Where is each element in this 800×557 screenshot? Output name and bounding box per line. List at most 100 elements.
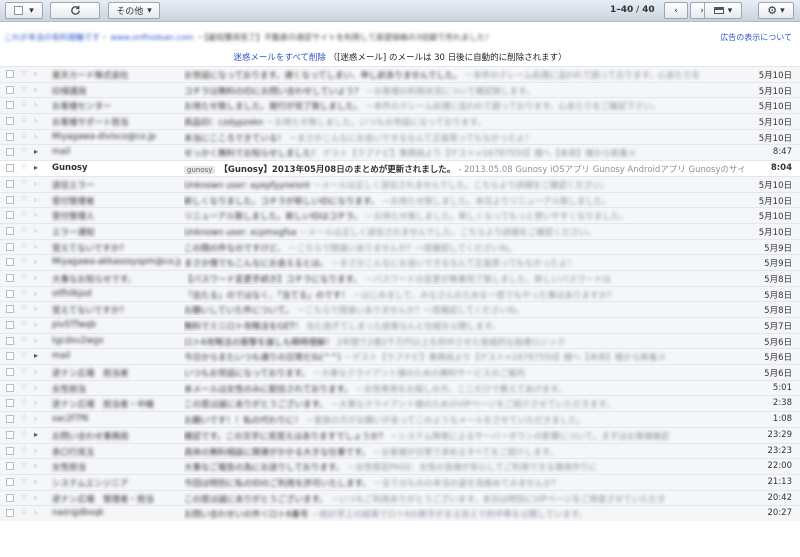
row-checkbox[interactable] (6, 195, 14, 204)
row-checkbox[interactable] (6, 477, 14, 486)
star-icon[interactable]: ☆ (20, 492, 28, 502)
mail-row[interactable]: ☆ ▹ Miyagawa-akkasosyspm@co.jp まさか僕でもこんなにお会… (0, 254, 800, 270)
star-icon[interactable]: ☆ (20, 476, 28, 486)
mail-row[interactable]: ☆ ▹ 大事なお知らせです。 【パスワード変更手続き】コチラになります。 －パスワード… (0, 269, 800, 286)
star-icon[interactable]: ☆ (20, 445, 28, 455)
row-checkbox[interactable] (6, 399, 14, 408)
star-icon[interactable]: ☆ (20, 272, 28, 282)
importance-marker-icon[interactable]: ▸ (34, 430, 38, 439)
mail-row[interactable]: ☆ ▹ 赤口行見玉 具体の無料相談に関連がかかる大きな仕事です。 －お客様が日常で求め… (0, 442, 800, 459)
row-checkbox[interactable] (6, 446, 14, 455)
mail-row[interactable]: ☆ ▹ 覚えてないですか？ お願いしていた件について。 －こちらで間違いありませんか？… (0, 301, 800, 317)
importance-marker-icon[interactable]: ▹ (34, 493, 38, 502)
mail-row[interactable]: ☆ ▹ 覚えてないですか？ この間の件なのですけど、 －こちらで間違いありませんか？一… (0, 238, 800, 255)
row-checkbox[interactable] (6, 383, 14, 392)
mail-row[interactable]: ☆ ▹ 女性担当 本メールは女性のみに配信されております。 －女性専用をお探しの方、こ… (0, 379, 800, 396)
mail-row[interactable]: ☆ ▸ mail 今日からまたいつも通りの日常だね(^^) －ゲスト【ラブナビ】事務局… (0, 348, 800, 365)
star-icon[interactable]: ☆ (20, 256, 28, 266)
mail-row[interactable]: ☆ ▸ Gunosy gunosy 【Gunosy】2013年05月08日のまとめが更新… (0, 160, 800, 176)
display-density-button[interactable]: ▾ (704, 2, 742, 19)
mail-row[interactable]: ☆ ▹ 受付管理人 リニューアル致しました。新しいIDはコチラ。 －お待たせ致しました… (0, 207, 800, 223)
row-checkbox[interactable] (6, 462, 14, 471)
prev-page-button[interactable]: ‹ (664, 2, 688, 19)
star-icon[interactable]: ☆ (20, 319, 28, 329)
mail-row[interactable]: ☆ ▹ Miyagawa-divisco@co.jp 本当にこころできている！ －まさ… (0, 128, 800, 145)
importance-marker-icon[interactable]: ▹ (34, 195, 38, 204)
mail-row[interactable]: ☆ ▹ システムエンジニア 今回は特別に私のIDのご利用を許可いたします。 －全てのも… (0, 473, 800, 490)
row-checkbox[interactable] (6, 336, 14, 345)
importance-marker-icon[interactable]: ▸ (34, 147, 38, 156)
mail-row[interactable]: ☆ ▹ お客様センター お待たせ致しました。発行が完了致しました。 －本件のクレーム処… (0, 97, 800, 114)
star-icon[interactable]: ☆ (20, 303, 28, 313)
importance-marker-icon[interactable]: ▹ (34, 289, 38, 298)
importance-marker-icon[interactable]: ▹ (34, 461, 38, 470)
mail-row[interactable]: ☆ ▹ 楽天カード株式会社 お世話になっております。遅くなってしまい、申し訳ありません… (0, 66, 800, 82)
importance-marker-icon[interactable]: ▹ (34, 383, 38, 392)
mail-row[interactable]: ☆ ▹ 受付管理者 新しくなりました。コチラが新しいIDになります。 －お待たせ致しま… (0, 191, 800, 208)
mail-row[interactable]: ☆ ▹ ID保護局 コチラは無料のIDにお問い合わせしていよう？ －お客様の利用状況に… (0, 81, 800, 98)
importance-marker-icon[interactable]: ▹ (34, 336, 38, 345)
mail-row[interactable]: ☆ ▸ お問い合わせ事務局 確認です。この文字に見覚えはありますでしょうか？ －システ… (0, 426, 800, 443)
mail-row[interactable]: ☆ ▹ お客様サポート担当 商品ID：czdypzxkn －お待たせ致しました。いつも… (0, 113, 800, 129)
row-checkbox[interactable] (6, 148, 14, 157)
row-checkbox[interactable] (6, 242, 14, 251)
star-icon[interactable]: ☆ (20, 507, 28, 517)
importance-marker-icon[interactable]: ▹ (34, 85, 38, 94)
mail-row[interactable]: ☆ ▹ 逆ナン広場 担当者 いつもお世話になっております。 －大事なクライアント様のた… (0, 364, 800, 380)
importance-marker-icon[interactable]: ▹ (34, 69, 38, 78)
star-icon[interactable]: ☆ (20, 209, 28, 219)
importance-marker-icon[interactable]: ▹ (34, 226, 38, 235)
row-checkbox[interactable] (6, 415, 14, 424)
importance-marker-icon[interactable]: ▹ (34, 508, 38, 517)
row-checkbox[interactable] (6, 305, 14, 314)
row-checkbox[interactable] (6, 70, 14, 78)
row-checkbox[interactable] (6, 509, 14, 518)
star-icon[interactable]: ☆ (20, 350, 28, 360)
mail-row[interactable]: ☆ ▹ 送信エラー Unknown user: ayepfyyneisnt －メールは… (0, 175, 800, 192)
importance-marker-icon[interactable]: ▹ (34, 100, 38, 109)
importance-marker-icon[interactable]: ▹ (34, 446, 38, 455)
importance-marker-icon[interactable]: ▹ (34, 414, 38, 423)
row-checkbox[interactable] (6, 211, 14, 220)
star-icon[interactable]: ☆ (20, 241, 28, 251)
star-icon[interactable]: ☆ (20, 382, 28, 392)
mail-row[interactable]: ☆ ▹ tgcdxv2wgx ロト6攻略法の衝撃を誰しも瞬時理解！ 2年間で2億2千万… (0, 332, 800, 349)
mail-row[interactable]: ☆ ▸ mail せっかく無料でお知らせしました！ ゲスト【ラブナビ】事務局より【ゲス… (0, 144, 800, 161)
importance-marker-icon[interactable]: ▸ (34, 163, 38, 172)
row-checkbox[interactable] (6, 117, 14, 126)
importance-marker-icon[interactable]: ▹ (34, 477, 38, 486)
row-checkbox[interactable] (6, 352, 14, 361)
star-icon[interactable]: ☆ (20, 99, 28, 109)
importance-marker-icon[interactable]: ▹ (34, 398, 38, 407)
star-icon[interactable]: ☆ (20, 84, 28, 94)
star-icon[interactable]: ☆ (20, 146, 28, 156)
row-checkbox[interactable] (6, 430, 14, 439)
row-checkbox[interactable] (6, 85, 14, 94)
star-icon[interactable]: ☆ (20, 178, 28, 188)
star-icon[interactable]: ☆ (20, 429, 28, 439)
importance-marker-icon[interactable]: ▹ (34, 320, 38, 329)
importance-marker-icon[interactable]: ▹ (34, 257, 38, 266)
importance-marker-icon[interactable]: ▹ (34, 116, 38, 125)
row-checkbox[interactable] (6, 321, 14, 329)
ad-text[interactable]: これが本当の有料競輪です・ www.onfhodsan.com ・【最短獲得見了… (4, 32, 704, 43)
row-checkbox[interactable] (6, 101, 14, 110)
importance-marker-icon[interactable]: ▹ (34, 179, 38, 188)
star-icon[interactable]: ☆ (20, 397, 28, 407)
mail-row[interactable]: ☆ ▹ otfhilkjod 「出たる」のではなく、「当てる」のです！ －はじめまして… (0, 285, 800, 302)
row-checkbox[interactable] (6, 132, 14, 141)
more-button[interactable]: その他 ▾ (108, 2, 160, 19)
row-checkbox[interactable] (6, 368, 14, 377)
importance-marker-icon[interactable]: ▹ (34, 273, 38, 282)
importance-marker-icon[interactable]: ▸ (34, 351, 38, 360)
star-icon[interactable]: ☆ (20, 366, 28, 376)
row-checkbox[interactable] (6, 493, 14, 502)
mail-row[interactable]: ☆ ▹ 逆ナン広場 担当者・中継 この度は誠にありがとうございます。 －大事なクライア… (0, 395, 800, 412)
settings-button[interactable]: ⚙ ▾ (758, 2, 794, 19)
select-all-checkbox-button[interactable]: ▾ (5, 2, 43, 19)
star-icon[interactable]: ☆ (20, 162, 28, 172)
star-icon[interactable]: ☆ (20, 460, 28, 470)
delete-all-spam-link[interactable]: 迷惑メールをすべて削除 (233, 53, 326, 63)
star-icon[interactable]: ☆ (20, 413, 28, 423)
row-checkbox[interactable] (6, 289, 14, 298)
